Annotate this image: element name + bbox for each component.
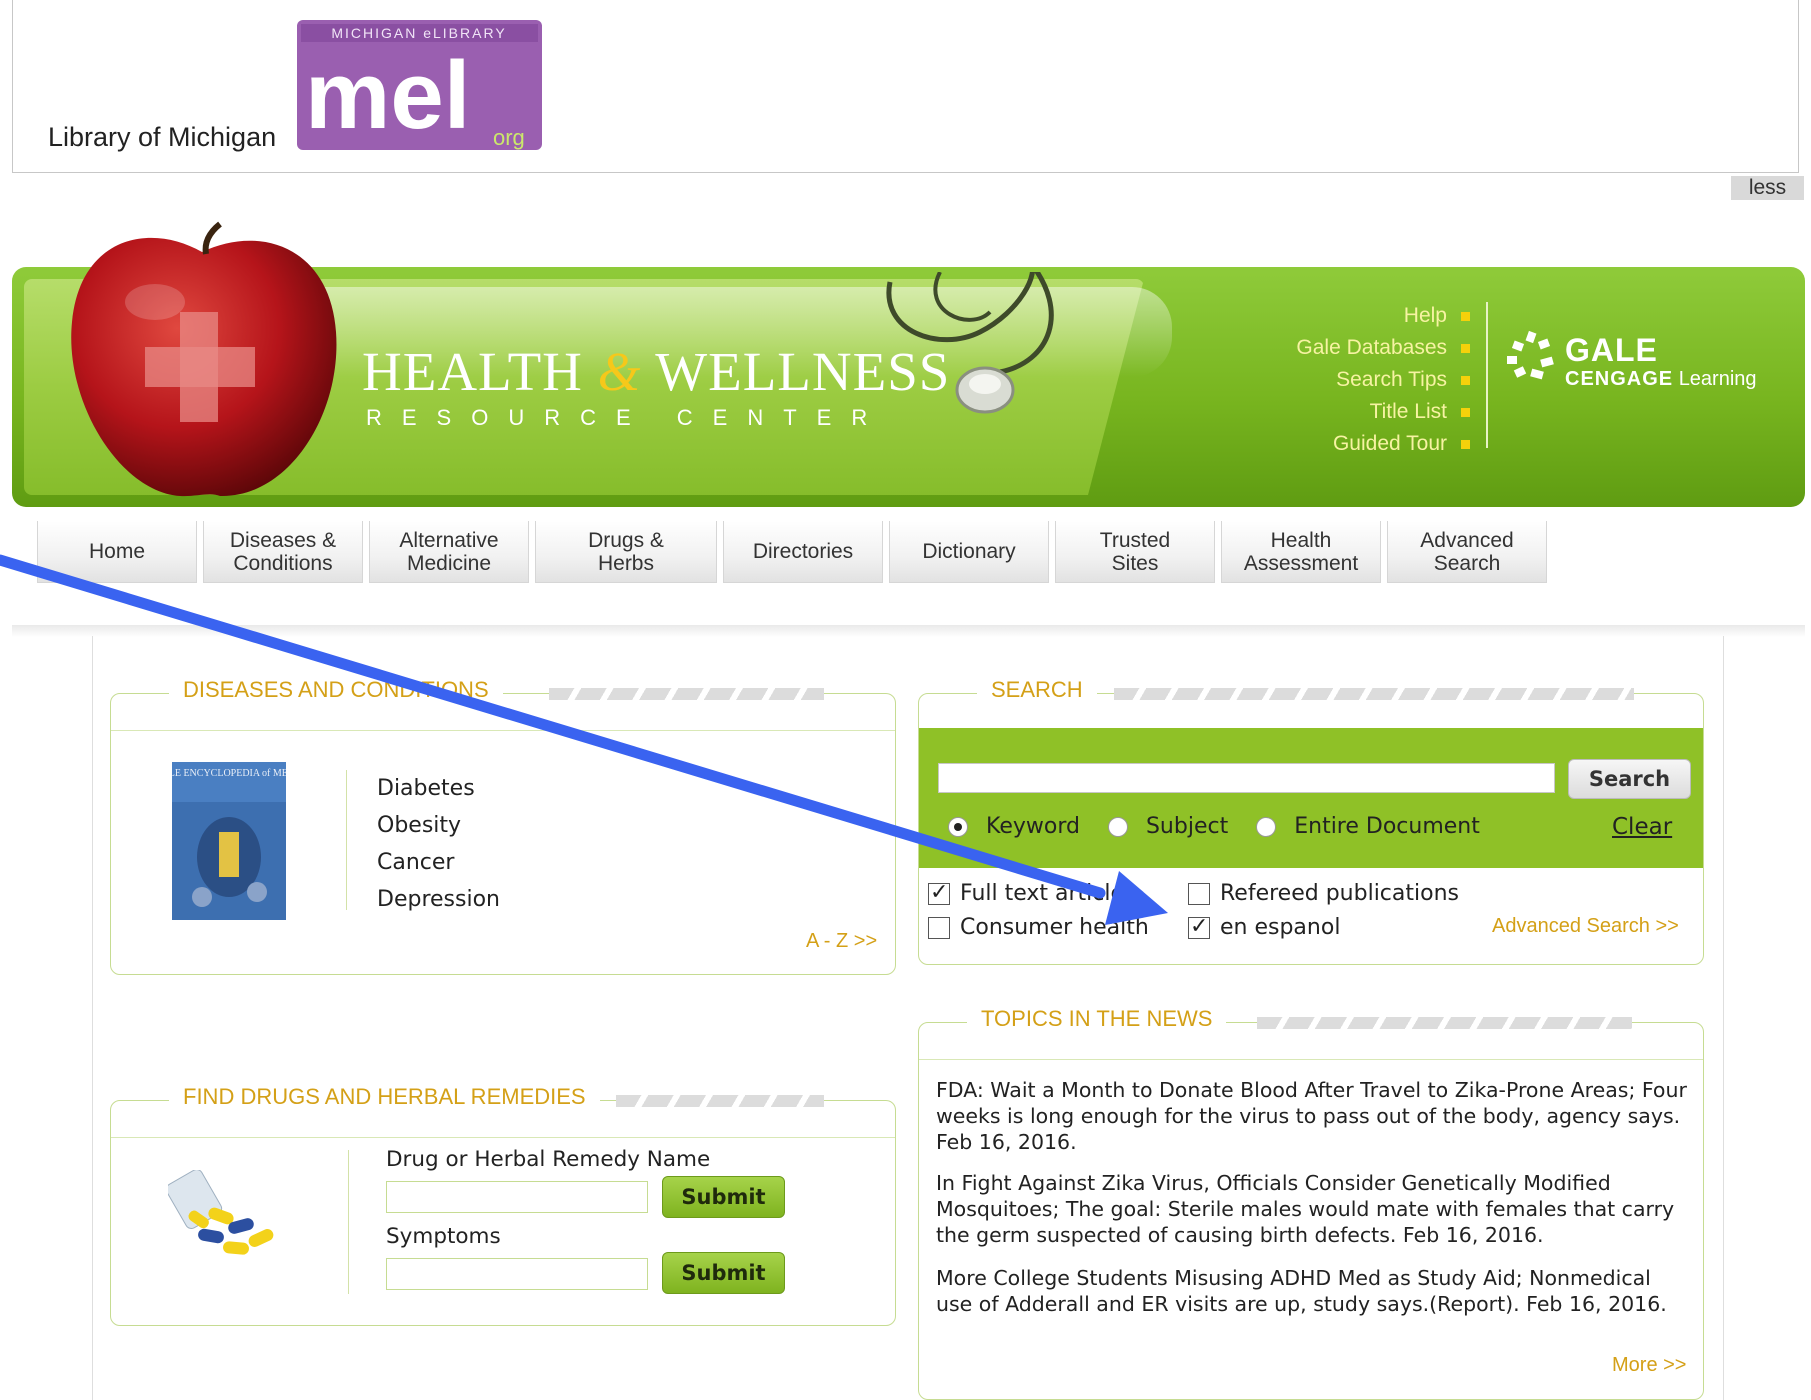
symptoms-input[interactable] bbox=[386, 1258, 648, 1290]
disease-item-obesity[interactable]: Obesity bbox=[377, 807, 500, 844]
news-item[interactable]: FDA: Wait a Month to Donate Blood After … bbox=[936, 1077, 1692, 1155]
apple-image bbox=[71, 221, 337, 497]
disease-item-diabetes[interactable]: Diabetes bbox=[377, 770, 500, 807]
mel-logo[interactable]: MICHIGAN eLIBRARY mel org bbox=[297, 20, 542, 150]
disease-item-depression[interactable]: Depression bbox=[377, 881, 500, 918]
news-item[interactable]: In Fight Against Zika Virus, Officials C… bbox=[936, 1170, 1692, 1248]
search-type-radios: Keyword Subject Entire Document bbox=[948, 814, 1508, 839]
refereed-checkbox[interactable] bbox=[1188, 882, 1210, 905]
news-item[interactable]: More College Students Misusing ADHD Med … bbox=[936, 1265, 1692, 1317]
main-nav: Home Diseases & Conditions Alternative Med… bbox=[37, 521, 1547, 583]
stethoscope-icon bbox=[886, 272, 1054, 414]
entire-document-radio-label: Entire Document bbox=[1294, 814, 1480, 839]
gale-logo-icon[interactable] bbox=[1505, 330, 1557, 382]
more-news-link[interactable]: More >> bbox=[1612, 1354, 1686, 1377]
tab-diseases-conditions[interactable]: Diseases & Conditions bbox=[203, 521, 363, 583]
keyword-radio-label: Keyword bbox=[986, 814, 1080, 839]
less-button[interactable]: less bbox=[1731, 176, 1804, 200]
tab-advanced-search[interactable]: Advanced Search bbox=[1387, 521, 1547, 583]
drugs-divider bbox=[348, 1150, 349, 1294]
drugs-title: FIND DRUGS AND HERBAL REMEDIES bbox=[169, 1084, 600, 1110]
tab-health-assessment[interactable]: Health Assessment bbox=[1221, 521, 1381, 583]
mel-logo-suffix: org bbox=[493, 125, 525, 150]
mel-logo-top-text: MICHIGAN eLIBRARY bbox=[331, 25, 506, 41]
tab-alternative-medicine[interactable]: Alternative Medicine bbox=[369, 521, 529, 583]
drug-name-input[interactable] bbox=[386, 1181, 648, 1213]
gale-wordmark: GALE bbox=[1565, 332, 1658, 368]
gale-databases-link[interactable]: Gale Databases bbox=[1230, 332, 1470, 364]
advanced-search-link[interactable]: Advanced Search >> bbox=[1492, 915, 1679, 938]
full-text-label: Full text articles bbox=[960, 881, 1136, 906]
banner-divider bbox=[1486, 302, 1488, 448]
title-list-link[interactable]: Title List bbox=[1230, 396, 1470, 428]
library-header bbox=[12, 0, 1799, 173]
pills-image bbox=[168, 1170, 274, 1255]
tab-dictionary[interactable]: Dictionary bbox=[889, 521, 1049, 583]
subject-radio-label: Subject bbox=[1145, 814, 1229, 839]
diseases-divider bbox=[346, 770, 347, 910]
banner-subtitle: RESOURCE CENTER bbox=[366, 405, 888, 430]
full-text-checkbox[interactable] bbox=[928, 880, 950, 905]
guided-tour-link[interactable]: Guided Tour bbox=[1230, 428, 1470, 460]
encyclopedia-book-image[interactable]: The GALE ENCYCLOPEDIA of MEDICINE bbox=[172, 762, 286, 920]
subject-radio[interactable] bbox=[1107, 816, 1128, 837]
diseases-list: Diabetes Obesity Cancer Depression bbox=[377, 770, 500, 918]
entire-document-radio[interactable] bbox=[1256, 816, 1277, 837]
full-text-option: Full text articles bbox=[928, 880, 1136, 906]
a-z-link[interactable]: A - Z >> bbox=[806, 930, 877, 953]
drug-submit-button[interactable]: Submit bbox=[662, 1176, 785, 1218]
help-link[interactable]: Help bbox=[1230, 300, 1470, 332]
search-input[interactable] bbox=[938, 763, 1555, 793]
refereed-option: Refereed publications bbox=[1188, 881, 1459, 906]
search-title: SEARCH bbox=[977, 677, 1097, 703]
library-name: Library of Michigan bbox=[48, 122, 277, 152]
symptoms-label: Symptoms bbox=[386, 1224, 501, 1249]
refereed-label: Refereed publications bbox=[1220, 881, 1459, 906]
tab-home[interactable]: Home bbox=[37, 521, 197, 583]
topics-title: TOPICS IN THE NEWS bbox=[967, 1006, 1227, 1032]
consumer-health-checkbox[interactable] bbox=[928, 916, 950, 939]
en-espanol-option: en espanol bbox=[1188, 914, 1341, 940]
keyword-radio[interactable] bbox=[948, 816, 968, 837]
consumer-health-label: Consumer health bbox=[960, 915, 1149, 940]
drug-name-label: Drug or Herbal Remedy Name bbox=[386, 1147, 711, 1172]
diseases-title: DISEASES AND CONDITIONS bbox=[169, 677, 503, 703]
search-button[interactable]: Search bbox=[1568, 759, 1691, 799]
banner-links: Help Gale Databases Search Tips Title Li… bbox=[1230, 300, 1470, 460]
banner-title: HEALTH & WELLNESS bbox=[362, 341, 951, 402]
symptoms-submit-button[interactable]: Submit bbox=[662, 1252, 785, 1294]
tab-drugs-herbs[interactable]: Drugs & Herbs bbox=[535, 521, 717, 583]
search-tips-link[interactable]: Search Tips bbox=[1230, 364, 1470, 396]
cengage-wordmark: CENGAGE Learning bbox=[1565, 368, 1757, 390]
en-espanol-checkbox[interactable] bbox=[1188, 914, 1210, 939]
tab-directories[interactable]: Directories bbox=[723, 521, 883, 583]
clear-link[interactable]: Clear bbox=[1612, 814, 1672, 840]
en-espanol-label: en espanol bbox=[1220, 915, 1341, 940]
tab-trusted-sites[interactable]: Trusted Sites bbox=[1055, 521, 1215, 583]
book-title: The GALE ENCYCLOPEDIA of MEDICINE bbox=[172, 768, 286, 779]
consumer-health-option: Consumer health bbox=[928, 915, 1149, 940]
disease-item-cancer[interactable]: Cancer bbox=[377, 844, 500, 881]
mel-logo-letters: mel bbox=[305, 42, 470, 149]
